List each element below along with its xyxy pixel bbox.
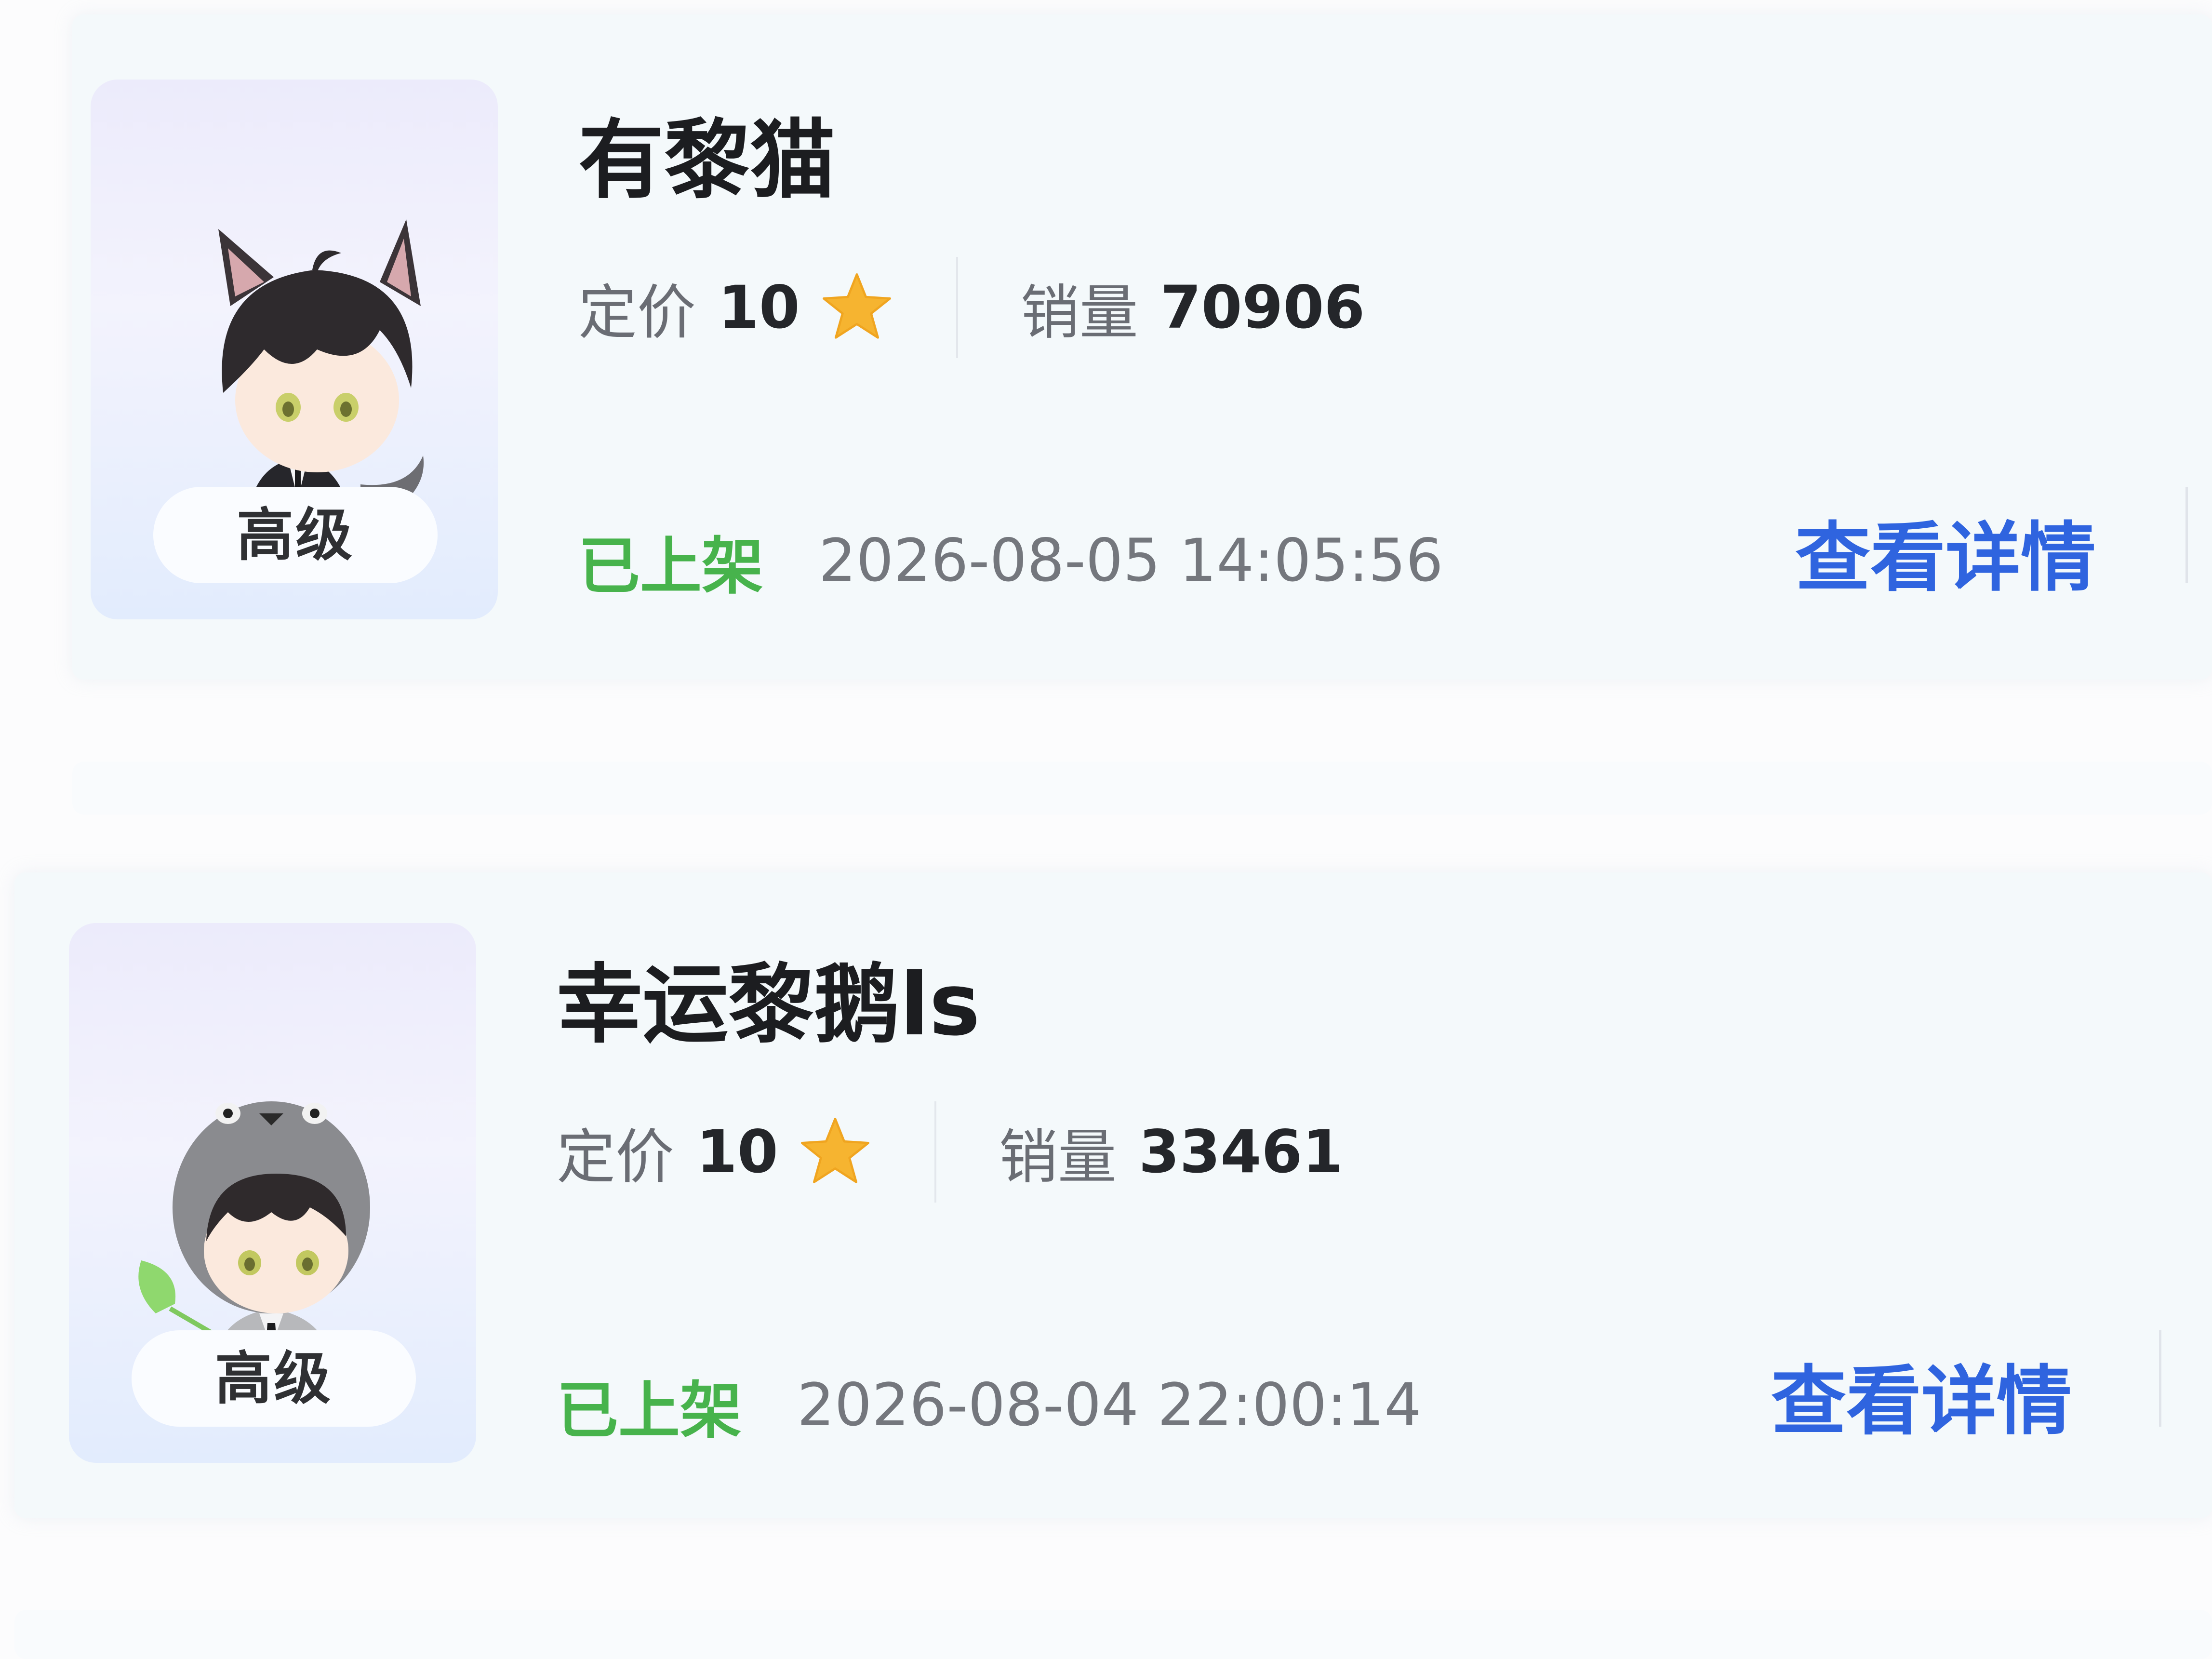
sales-value: 70906 xyxy=(1160,273,1365,342)
divider xyxy=(2185,487,2188,583)
price-label: 定价 xyxy=(557,1123,674,1191)
price-value: 10 xyxy=(718,273,800,342)
divider xyxy=(2159,1330,2161,1427)
divider xyxy=(934,1101,936,1203)
star-icon xyxy=(800,1118,869,1183)
price-label: 定价 xyxy=(578,278,696,347)
price-value: 10 xyxy=(696,1118,778,1186)
status-badge: 已上架 xyxy=(557,1375,742,1447)
meta-row: 定价 10 销量 70906 xyxy=(578,257,1365,358)
product-title: 幸运黎鹅ls xyxy=(557,955,980,1055)
view-details-button[interactable]: 查看详情 xyxy=(1795,496,2096,605)
card-partial xyxy=(14,1610,2212,1659)
star-icon xyxy=(822,273,891,339)
product-title: 有黎猫 xyxy=(578,110,836,210)
sales-label: 销量 xyxy=(1020,278,1138,347)
meta-row: 定价 10 销量 33461 xyxy=(557,1101,1344,1203)
level-badge: 高级 xyxy=(132,1330,416,1427)
divider xyxy=(956,257,958,358)
view-details-button[interactable]: 查看详情 xyxy=(1771,1340,2072,1449)
product-thumbnail[interactable]: 高级 xyxy=(69,923,476,1463)
status-badge: 已上架 xyxy=(578,530,764,602)
timestamp: 2026-08-04 22:00:14 xyxy=(797,1371,1422,1439)
card-partial xyxy=(72,762,2212,815)
level-badge: 高级 xyxy=(153,487,438,583)
status-row: 已上架 2026-08-05 14:05:56 xyxy=(578,512,1443,609)
sales-value: 33461 xyxy=(1138,1118,1344,1186)
sales-label: 销量 xyxy=(999,1123,1117,1191)
product-thumbnail[interactable]: 高级 xyxy=(91,80,498,619)
timestamp: 2026-08-05 14:05:56 xyxy=(819,526,1443,595)
status-row: 已上架 2026-08-04 22:00:14 xyxy=(557,1357,1422,1453)
